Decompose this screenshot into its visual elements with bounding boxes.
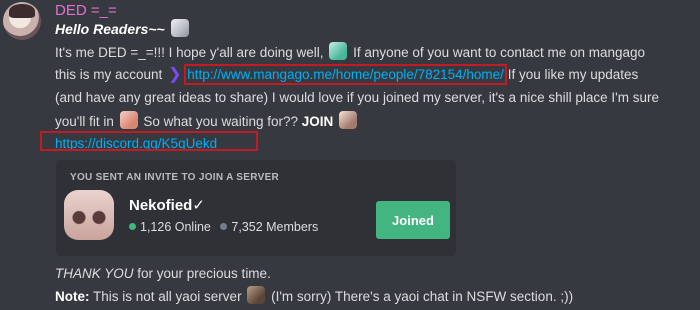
line2-text-b: If you like my updates (507, 67, 639, 82)
server-stats: 1,126 Online 7,352 Members (129, 220, 318, 234)
join-word: JOIN (301, 114, 334, 129)
username[interactable]: DED =_= (55, 2, 117, 20)
arrow-icon: ❯ (168, 66, 182, 83)
girl-emoji-icon (339, 111, 358, 129)
line2-text-a: this is my account (55, 67, 163, 82)
message-line-1: It's me DED =_=!!! I hope y'all are doin… (55, 42, 645, 63)
note-line: Note: This is not all yaoi server (I'm s… (55, 286, 573, 307)
note-text-a: This is not all yaoi server (89, 289, 242, 304)
greeting-text: Hello Readers~~ (55, 21, 165, 37)
thanks-italic: THANK YOU (55, 266, 134, 281)
thanks-rest: for your precious time. (133, 266, 271, 281)
message-line-4: you'll fit in So what you waiting for?? … (55, 111, 359, 132)
members-dot-icon (220, 223, 228, 230)
mint-emoji-icon (329, 42, 348, 60)
greeting-line: Hello Readers~~ (55, 19, 191, 39)
line4-text-b: So what you waiting for?? (143, 114, 302, 129)
message-line-3: (and have any great ideas to share) I wo… (55, 90, 659, 105)
highlight-box (40, 131, 258, 151)
server-icon[interactable] (64, 190, 114, 240)
online-count: 1,126 Online (140, 220, 211, 234)
joined-button[interactable]: Joined (376, 201, 450, 239)
chat-message: DED =_= Hello Readers~~ It's me DED =_=!… (0, 0, 700, 310)
line1-text-a: It's me DED =_=!!! I hope y'all are doin… (55, 45, 324, 60)
invite-header: YOU SENT AN INVITE TO JOIN A SERVER (70, 172, 280, 183)
member-count: 7,352 Members (231, 220, 319, 234)
note-text-b: (I'm sorry) There's a yaoi chat in NSFW … (271, 289, 574, 304)
server-name[interactable]: Nekofied✓ (129, 196, 205, 214)
user-avatar[interactable] (3, 2, 41, 40)
cat-emoji-icon (170, 19, 189, 37)
invite-embed: YOU SENT AN INVITE TO JOIN A SERVER Neko… (56, 160, 456, 256)
line4-text-a: you'll fit in (55, 114, 114, 129)
pink-emoji-icon (119, 111, 138, 129)
brown-emoji-icon (247, 286, 266, 304)
line1-text-b: If anyone of you want to contact me on m… (353, 45, 646, 60)
note-label: Note: (55, 289, 90, 304)
online-dot-icon (129, 223, 136, 230)
message-line-2: this is my account ❯ http://www.mangago.… (55, 64, 639, 85)
mangago-link[interactable]: http://www.mangago.me/home/people/782154… (184, 64, 507, 85)
thanks-line: THANK YOU for your precious time. (55, 264, 271, 284)
